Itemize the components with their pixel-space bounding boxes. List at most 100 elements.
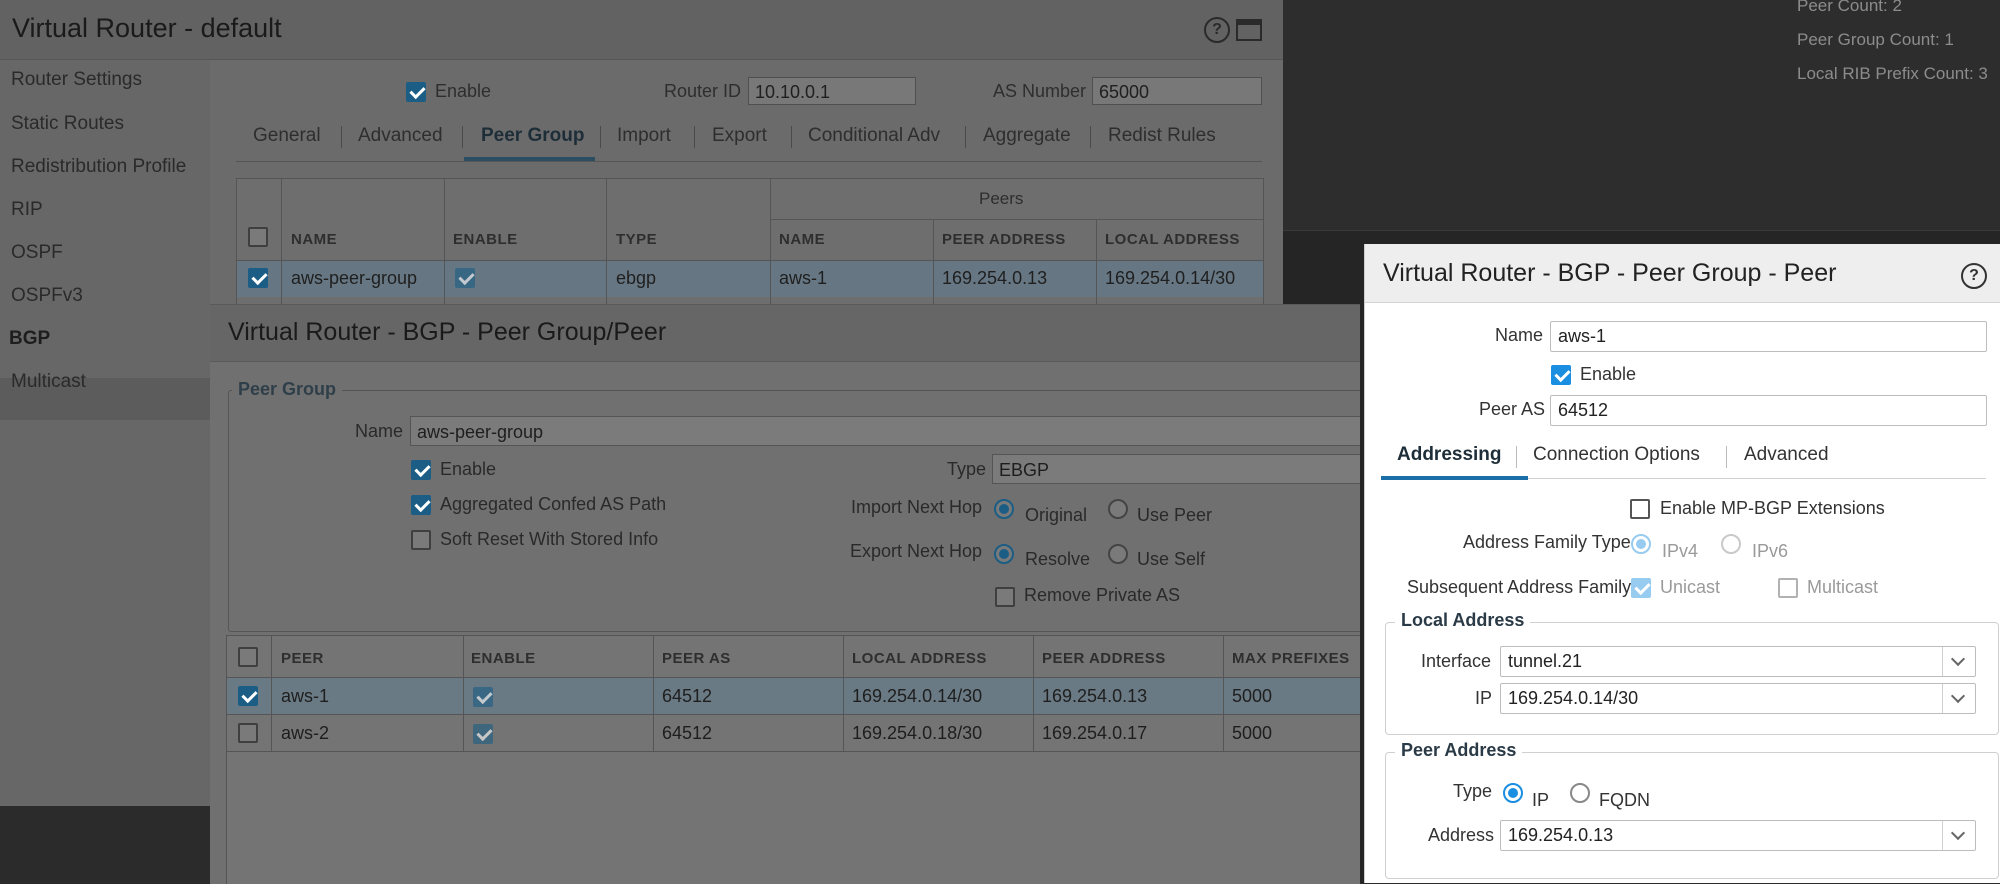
af-ipv4-radio[interactable] [1631,534,1651,554]
help-icon[interactable]: ? [1961,263,1987,289]
export-use-self-label: Use Self [1137,549,1206,569]
sidebar-item-rip[interactable]: RIP [11,199,43,221]
select-all-checkbox[interactable] [238,647,258,667]
export-next-hop-label: Export Next Hop [850,541,983,561]
tab-connection-options[interactable]: Connection Options [1533,444,1700,466]
cell-peer-as: 64512 [662,723,713,743]
peer-group-legend: Peer Group [232,379,343,400]
column-header-peer-name[interactable]: NAME [779,231,825,248]
enable-checkbox[interactable] [411,460,431,480]
address-select[interactable]: 169.254.0.13 [1500,820,1976,851]
import-use-peer-radio[interactable] [1108,499,1128,519]
column-header-max-prefixes[interactable]: MAX PREFIXES [1232,650,1350,667]
unicast-checkbox[interactable] [1631,578,1651,598]
interface-select[interactable]: tunnel.21 [1500,646,1976,677]
export-resolve-radio[interactable] [994,544,1014,564]
router-id-input[interactable]: 10.10.0.1 [748,77,916,105]
sidebar-item-ospf[interactable]: OSPF [11,242,63,264]
row-select-checkbox[interactable] [248,268,268,288]
chevron-down-icon[interactable] [1942,647,1975,676]
row-select-checkbox[interactable] [238,686,258,706]
peer-as-label: Peer AS [1479,399,1546,419]
grid-divider [271,636,272,751]
peer-type-label: Type [1453,781,1493,801]
tab-separator [1726,446,1727,468]
cell-peer-name: aws-1 [779,268,828,288]
tab-redist-rules[interactable]: Redist Rules [1108,125,1216,147]
export-use-self-radio[interactable] [1108,544,1128,564]
chevron-down-icon[interactable] [1942,684,1975,713]
tab-advanced[interactable]: Advanced [1744,444,1829,466]
peer-group-name-input[interactable]: aws-peer-group [410,416,1360,446]
select-all-checkbox[interactable] [248,227,268,247]
chevron-down-icon[interactable] [1942,821,1975,850]
bgp-stats-panel: Peer Count: 2 Peer Group Count: 1 Local … [1283,0,2000,231]
row-select-checkbox[interactable] [238,723,258,743]
peer-count: Peer Count: 2 [1797,0,1902,15]
grid-divider [933,219,934,309]
maximize-icon[interactable] [1236,19,1262,41]
column-header-peer-as[interactable]: PEER AS [662,650,731,667]
cell-peer[interactable]: aws-2 [281,723,329,744]
type-ip-radio[interactable] [1503,783,1523,803]
import-original-label: Original [1025,505,1088,525]
sidebar-item-multicast[interactable]: Multicast [11,371,86,393]
column-header-enable[interactable]: ENABLE [453,231,518,248]
sidebar-item-static-routes[interactable]: Static Routes [11,113,124,135]
tab-conditional-adv[interactable]: Conditional Adv [808,125,940,147]
tab-import[interactable]: Import [617,125,671,147]
cell-local-address: 169.254.0.14/30 [852,686,983,706]
column-header-local-address[interactable]: LOCAL ADDRESS [1105,231,1240,248]
peer-as-input[interactable]: 64512 [1550,395,1987,426]
peer-name-input[interactable]: aws-1 [1550,321,1987,352]
import-next-hop-label: Import Next Hop [851,497,983,517]
column-header-peer-address[interactable]: PEER ADDRESS [1042,650,1166,667]
enable-label: Enable [440,459,497,479]
soft-reset-label: Soft Reset With Stored Info [440,529,659,549]
cell-max-prefixes: 5000 [1232,723,1273,743]
type-select[interactable]: EBGP [992,454,1360,484]
aggregated-confed-checkbox[interactable] [411,495,431,515]
ip-value: 169.254.0.14/30 [1508,688,1639,708]
cell-name[interactable]: aws-peer-group [291,268,417,289]
peer-enable-checkbox[interactable] [1551,365,1571,385]
column-header-type[interactable]: TYPE [616,231,657,248]
cell-type: ebgp [616,268,657,288]
tab-addressing[interactable]: Addressing [1397,444,1502,466]
tab-peer-group[interactable]: Peer Group [481,125,584,147]
bgp-enable-checkbox[interactable] [406,82,426,102]
tab-aggregate[interactable]: Aggregate [983,125,1071,147]
tab-general[interactable]: General [253,125,321,147]
mp-bgp-checkbox[interactable] [1630,499,1650,519]
peer-group-count: Peer Group Count: 1 [1797,30,1954,49]
af-ipv6-label: IPv6 [1752,541,1789,561]
soft-reset-checkbox[interactable] [411,530,431,550]
column-header-peer-address[interactable]: PEER ADDRESS [942,231,1066,248]
address-family-label: Address Family Type [1463,532,1631,552]
as-number-input[interactable]: 65000 [1092,77,1262,105]
sidebar-item-redistribution-profile[interactable]: Redistribution Profile [11,156,186,178]
tab-separator [1090,126,1091,148]
ip-select[interactable]: 169.254.0.14/30 [1500,683,1976,714]
import-original-radio[interactable] [994,499,1014,519]
remove-private-as-checkbox[interactable] [995,587,1015,607]
table-row-selected-highlight [227,678,1360,714]
column-header-enable[interactable]: ENABLE [471,650,536,667]
help-icon[interactable]: ? [1204,17,1230,43]
af-ipv6-radio[interactable] [1721,534,1741,554]
column-header-local-address[interactable]: LOCAL ADDRESS [852,650,987,667]
type-fqdn-radio[interactable] [1570,783,1590,803]
multicast-checkbox[interactable] [1778,578,1798,598]
tab-separator [965,126,966,148]
column-header-peer[interactable]: PEER [281,650,324,667]
sidebar-item-router-settings[interactable]: Router Settings [11,69,142,91]
column-header-name[interactable]: NAME [291,231,337,248]
cell-peer[interactable]: aws-1 [281,686,329,707]
sidebar-item-ospfv3[interactable]: OSPFv3 [11,285,83,307]
interface-label: Interface [1421,651,1492,671]
sidebar-item-bgp[interactable]: BGP [9,328,50,350]
tab-advanced[interactable]: Advanced [358,125,443,147]
window-title: Virtual Router - BGP - Peer Group/Peer [228,318,667,346]
grid-divider [463,636,464,751]
tab-export[interactable]: Export [712,125,767,147]
